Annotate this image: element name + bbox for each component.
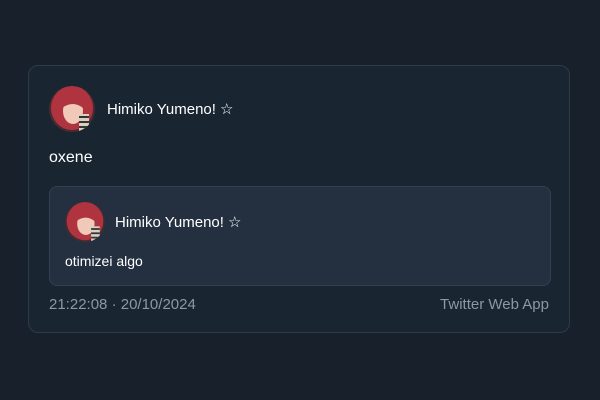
quoted-author-name[interactable]: Himiko Yumeno! ☆ (115, 213, 241, 231)
tweet-header: Himiko Yumeno! ☆ (49, 86, 233, 132)
quoted-tweet-header: Himiko Yumeno! ☆ (65, 202, 241, 242)
star-icon: ☆ (219, 101, 234, 118)
tweet-text: oxene (49, 149, 93, 166)
tweet-time: 21:22:08 (49, 296, 108, 313)
timestamp-separator: · (111, 296, 117, 313)
quoted-author-name-text: Himiko Yumeno! (115, 214, 224, 231)
quoted-avatar[interactable] (65, 202, 105, 242)
avatar-image (49, 86, 95, 132)
quoted-star-icon: ☆ (227, 214, 242, 231)
author-name[interactable]: Himiko Yumeno! ☆ (107, 100, 233, 118)
avatar[interactable] (49, 86, 95, 132)
tweet-source[interactable]: Twitter Web App (440, 296, 549, 313)
quoted-avatar-image (65, 202, 105, 242)
tweet-date: 20/10/2024 (120, 296, 196, 313)
quoted-tweet[interactable]: Himiko Yumeno! ☆ otimizei algo (49, 186, 551, 286)
author-name-text: Himiko Yumeno! (107, 101, 216, 118)
tweet-timestamp[interactable]: 21:22:08 · 20/10/2024 (49, 296, 196, 313)
quoted-tweet-text: otimizei algo (65, 253, 143, 269)
tweet-card: Himiko Yumeno! ☆ oxene Himiko Yumeno! ☆ ot… (28, 65, 570, 333)
tweet-footer: 21:22:08 · 20/10/2024 Twitter Web App (49, 296, 549, 313)
